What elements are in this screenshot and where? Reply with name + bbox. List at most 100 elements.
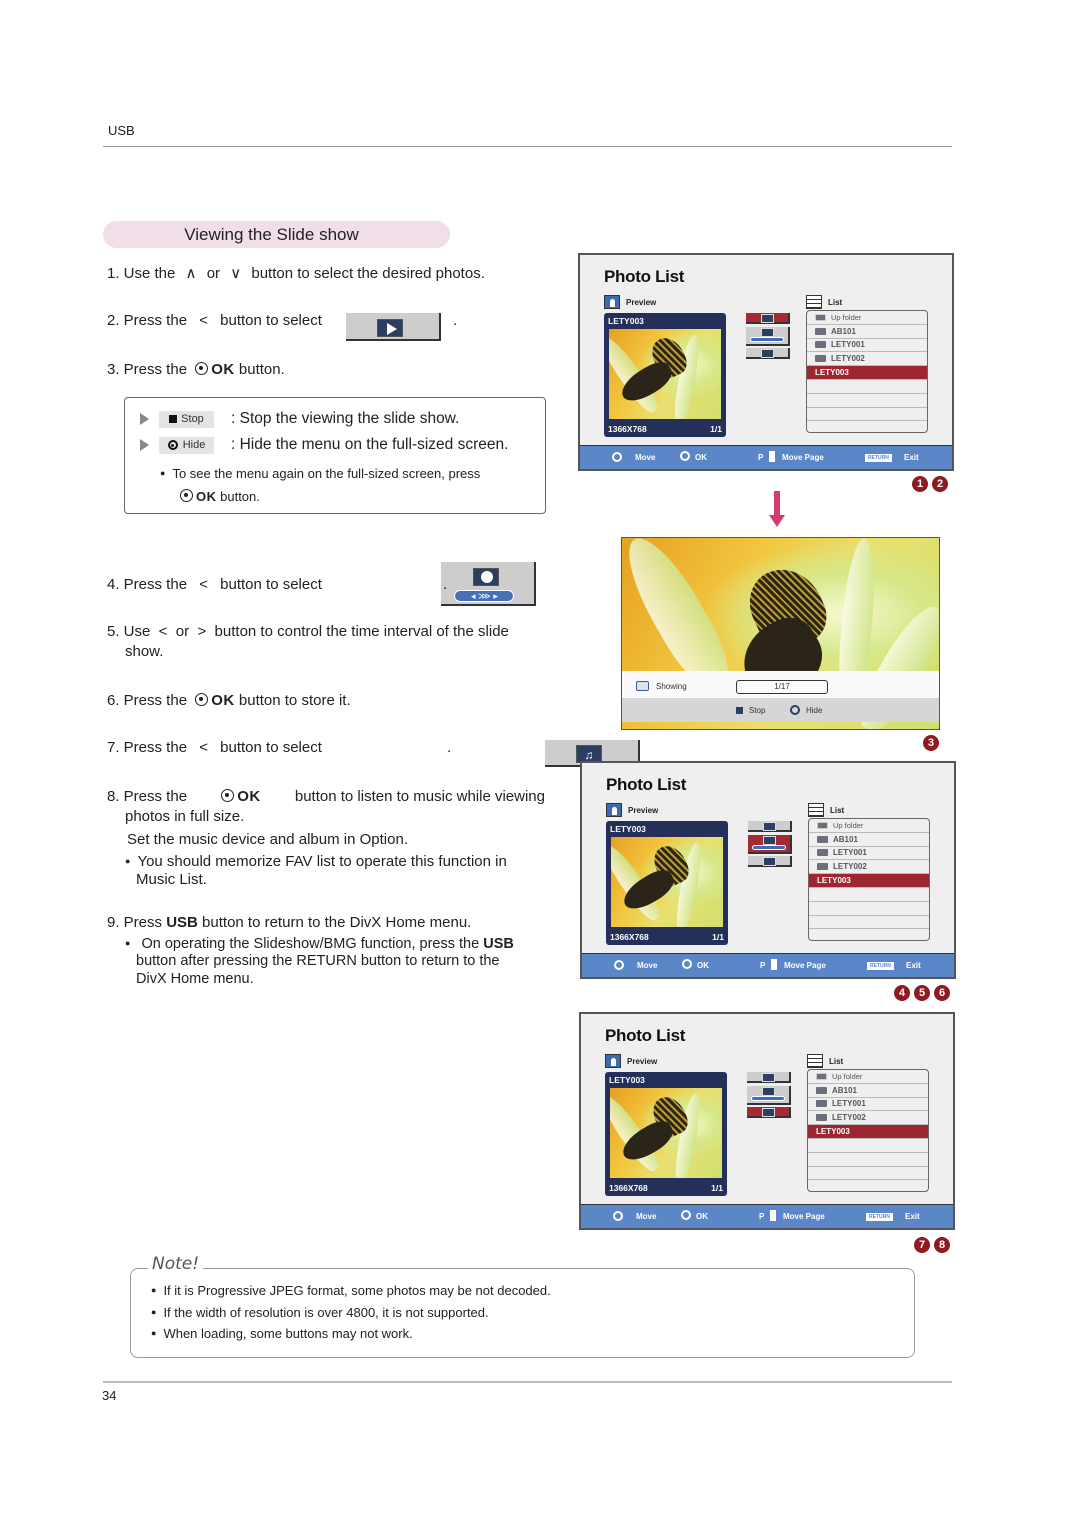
help-p: P [760, 961, 766, 970]
stop-button[interactable]: Stop [749, 706, 765, 715]
left-arrow-key-icon: < [199, 312, 208, 329]
info-note-suffix: button. [220, 489, 260, 504]
person-icon [606, 803, 622, 817]
music-button[interactable] [748, 856, 792, 867]
ok-circle-icon [682, 959, 692, 969]
note-item-text: If it is Progressive JPEG format, some p… [163, 1283, 551, 1298]
interval-slider-icon [750, 337, 784, 342]
page-updown-icon [769, 451, 775, 462]
list-item-empty [807, 408, 927, 422]
panel-title: Photo List [605, 1026, 686, 1045]
list-item-label: LETY002 [831, 354, 865, 364]
step-5-line2: show. [125, 643, 164, 660]
clock-icon [761, 328, 774, 337]
slideshow-button[interactable] [746, 313, 790, 324]
clock-icon [762, 1087, 775, 1096]
list-item-label: Up folder [833, 820, 864, 830]
ok-label: OK [211, 361, 235, 378]
list-item[interactable]: Up folder [807, 311, 927, 325]
step-9-text: 9. Press [107, 914, 163, 931]
list-item[interactable]: LETY002 [808, 1111, 928, 1126]
slideshow-button-image [346, 313, 441, 341]
step-8-bullet: You should memorize FAV list to operate … [125, 852, 506, 871]
slideshow-button[interactable] [748, 821, 792, 832]
up-folder-icon [817, 821, 828, 829]
interval-button[interactable] [748, 835, 792, 854]
slideshow-button[interactable] [747, 1072, 791, 1083]
fullscreen-slideshow: Showing 1/17 Stop Hide [621, 537, 940, 730]
step-8-text: 8. Press the [107, 788, 188, 805]
list-item[interactable]: LETY003 [809, 874, 929, 888]
list-item[interactable]: LETY003 [807, 366, 927, 380]
preview-thumbnail [610, 1088, 722, 1178]
help-move: Move [636, 1212, 657, 1221]
list-item-label: Up folder [831, 312, 862, 322]
help-bar: Move OK P Move Page RETURN Exit [581, 1204, 953, 1228]
list-item-label: LETY001 [833, 848, 867, 858]
step-1-or: or [206, 265, 221, 282]
step-9-bullet: On operating the Slideshow/BMG function,… [125, 934, 513, 954]
preview-resolution: 1366X768 [609, 1183, 648, 1193]
step-badge: 7 [914, 1237, 930, 1253]
list-item[interactable]: LETY002 [809, 860, 929, 875]
list-item[interactable]: LETY003 [808, 1125, 928, 1139]
person-icon [605, 1054, 621, 1068]
list-item-label: LETY002 [832, 1113, 866, 1123]
list-item[interactable]: Up folder [809, 819, 929, 833]
clock-icon [473, 568, 500, 586]
folder-icon [817, 863, 828, 871]
music-button[interactable] [746, 348, 790, 359]
down-arrow-icon [774, 491, 780, 517]
note-item-text: If the width of resolution is over 4800,… [163, 1305, 489, 1320]
left-arrow-key-icon: < [199, 576, 208, 593]
list-item[interactable]: AB101 [807, 325, 927, 339]
preview-count: 1/1 [711, 1183, 723, 1193]
stop-chip: Stop [159, 410, 214, 428]
list-item[interactable]: LETY001 [807, 339, 927, 353]
interval-button[interactable] [746, 327, 790, 346]
list-item-label: LETY003 [817, 876, 851, 886]
step-4-suffix: button to select [220, 576, 322, 593]
section-title: Viewing the Slide show [103, 221, 450, 248]
play-icon [377, 319, 403, 337]
list-item-empty [809, 929, 929, 940]
preview-panel: LETY003 1366X768 1/1 [605, 1072, 727, 1196]
ok-label: OK [237, 788, 261, 805]
list-item[interactable]: AB101 [809, 833, 929, 847]
step-1: 1. Use the ∧ or ∨ button to select the d… [107, 264, 485, 283]
preview-header: Preview [606, 803, 658, 817]
interval-button[interactable] [747, 1086, 791, 1105]
help-move-page: Move Page [782, 453, 824, 462]
section-header: USB [108, 123, 135, 138]
list-item[interactable]: LETY001 [809, 847, 929, 861]
preview-count: 1/1 [710, 424, 722, 434]
up-arrow-key-icon: ∧ [185, 265, 197, 282]
folder-icon [816, 1100, 827, 1108]
hide-button[interactable]: Hide [806, 706, 822, 715]
showing-icon [636, 681, 649, 691]
ok-circle-icon [195, 693, 209, 706]
step-7-suffix: button to select [220, 739, 322, 756]
step-badge: 4 [894, 985, 910, 1001]
list-item[interactable]: AB101 [808, 1084, 928, 1098]
folder-icon [815, 355, 826, 363]
step-5: 5. Use < or > button to control the time… [107, 623, 509, 640]
step-2-suffix: button to select [220, 312, 322, 329]
music-button[interactable] [747, 1107, 791, 1118]
step-3-suffix: button. [238, 361, 285, 378]
list-item[interactable]: LETY002 [807, 352, 927, 367]
preview-thumbnail [609, 329, 721, 419]
note-item: If the width of resolution is over 4800,… [151, 1305, 489, 1320]
help-move: Move [637, 961, 658, 970]
panel-title: Photo List [606, 775, 687, 794]
list-item[interactable]: Up folder [808, 1070, 928, 1084]
step-9-bullet-text: On operating the Slideshow/BMG function,… [141, 936, 480, 952]
step-8-line2: photos in full size. [125, 808, 245, 825]
folder-icon [815, 341, 826, 349]
note-title: Note! [148, 1254, 204, 1274]
list-item[interactable]: LETY001 [808, 1098, 928, 1112]
list-item-label: AB101 [833, 834, 858, 844]
down-arrow-key-icon: ∨ [230, 265, 242, 282]
hide-chip-label: Hide [182, 439, 206, 451]
list-icon [806, 295, 822, 309]
